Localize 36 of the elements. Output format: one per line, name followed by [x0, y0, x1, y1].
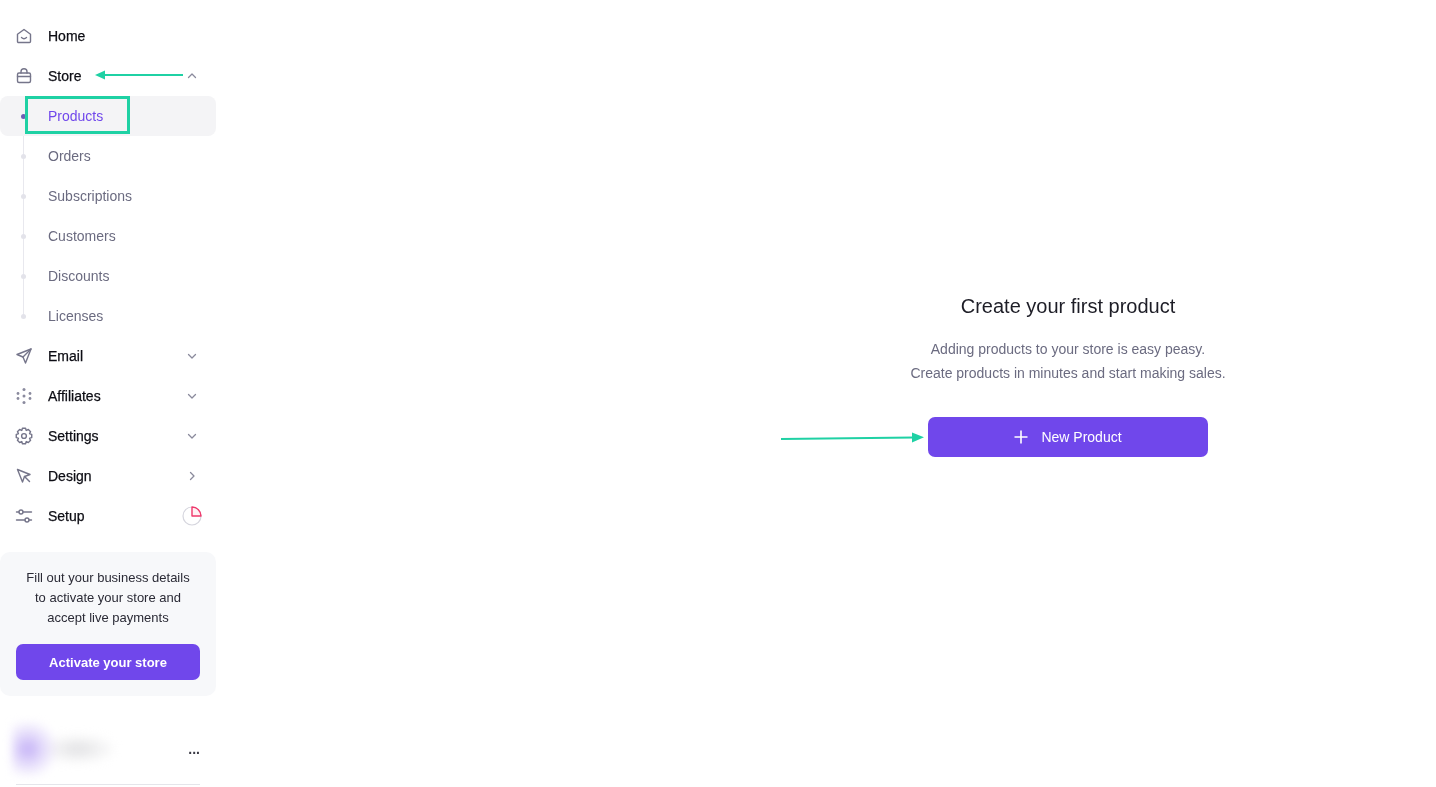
- dots-icon: [15, 387, 33, 405]
- tree-dot-icon: [21, 113, 26, 119]
- nav-subitem[interactable]: Customers: [0, 216, 216, 256]
- new-product-button[interactable]: New Product: [928, 417, 1208, 457]
- empty-state-title: Create your first product: [960, 294, 1176, 319]
- nav-subitem[interactable]: Discounts: [0, 256, 216, 296]
- tree-dot-icon: [21, 153, 26, 159]
- nav-item[interactable]: Design: [0, 456, 216, 496]
- nav-item[interactable]: Setup: [0, 496, 216, 536]
- cursor-icon: [15, 467, 33, 485]
- nav-item[interactable]: Email: [0, 336, 216, 376]
- home-icon: [15, 27, 33, 45]
- nav-item[interactable]: Affiliates: [0, 376, 216, 416]
- nav-subitem[interactable]: Licenses: [0, 296, 216, 336]
- chevron-right-icon: [187, 471, 197, 481]
- plus-icon: [1014, 430, 1029, 444]
- nav-subitem[interactable]: Products: [0, 96, 216, 136]
- paper-plane-icon: [15, 347, 33, 365]
- tree-dot-icon: [21, 273, 26, 279]
- activate-store-button[interactable]: Activate your store: [16, 644, 200, 680]
- activation-message: Fill out your business details to activate your store and accept live payments: [25, 569, 191, 627]
- tree-dot-icon: [21, 313, 26, 319]
- sliders-icon: [15, 507, 33, 525]
- nav-subitem[interactable]: Orders: [0, 136, 216, 176]
- more-button[interactable]: ...: [186, 741, 202, 757]
- progress-pie-icon: [182, 506, 202, 526]
- nav-item[interactable]: Store: [0, 56, 216, 96]
- nav-item[interactable]: Home: [0, 16, 216, 56]
- settings-icon: [15, 427, 33, 445]
- empty-state-description: Adding products to your store is easy peasy.: [930, 340, 1206, 359]
- tree-dot-icon: [21, 193, 26, 199]
- shopping-bag-icon: [15, 67, 33, 85]
- nav-item[interactable]: Settings: [0, 416, 216, 456]
- nav-subitem[interactable]: Subscriptions: [0, 176, 216, 216]
- empty-state-description: Create products in minutes and start making sales.: [910, 364, 1226, 383]
- tree-dot-icon: [21, 233, 26, 239]
